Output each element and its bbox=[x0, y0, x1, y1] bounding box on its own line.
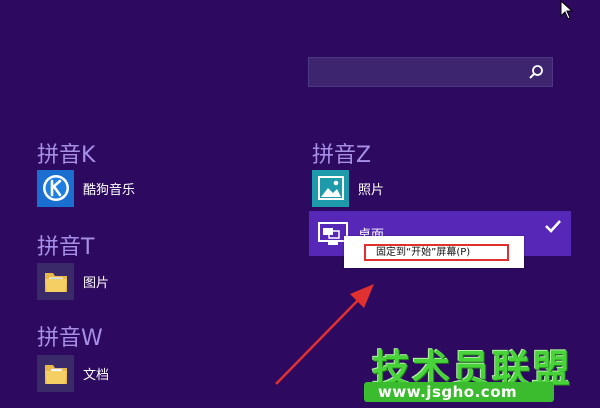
group-title-k: 拼音K bbox=[37, 143, 96, 168]
app-tile-kugou[interactable]: 酷狗音乐 bbox=[37, 167, 135, 209]
app-tile-documents[interactable]: 文档 bbox=[37, 352, 109, 394]
group-title-w: 拼音W bbox=[37, 326, 103, 351]
watermark: 技术员联盟 www.jsgho.com bbox=[364, 338, 600, 408]
watermark-url: www.jsgho.com bbox=[378, 383, 518, 401]
folder-icon bbox=[37, 354, 74, 392]
group-title-t: 拼音T bbox=[37, 235, 95, 260]
kugou-music-icon bbox=[37, 169, 74, 207]
pin-to-start-menu-item[interactable]: 固定到“开始”屏幕(P) bbox=[364, 244, 509, 261]
group-title-z: 拼音Z bbox=[312, 143, 372, 168]
search-icon[interactable] bbox=[528, 64, 544, 80]
app-tile-photos[interactable]: 照片 bbox=[312, 167, 384, 209]
photos-icon bbox=[312, 169, 349, 207]
app-label-photos: 照片 bbox=[358, 182, 385, 198]
search-input[interactable] bbox=[309, 58, 535, 86]
folder-icon bbox=[37, 262, 74, 300]
context-menu: 固定到“开始”屏幕(P) bbox=[344, 236, 524, 268]
checkmark-icon bbox=[545, 220, 561, 233]
app-tile-pictures[interactable]: 图片 bbox=[37, 260, 109, 302]
mouse-cursor-icon bbox=[560, 0, 574, 20]
search-box[interactable] bbox=[308, 57, 553, 87]
app-label-pictures: 图片 bbox=[83, 275, 110, 291]
app-label-documents: 文档 bbox=[83, 367, 110, 383]
app-label-kugou: 酷狗音乐 bbox=[83, 182, 136, 198]
